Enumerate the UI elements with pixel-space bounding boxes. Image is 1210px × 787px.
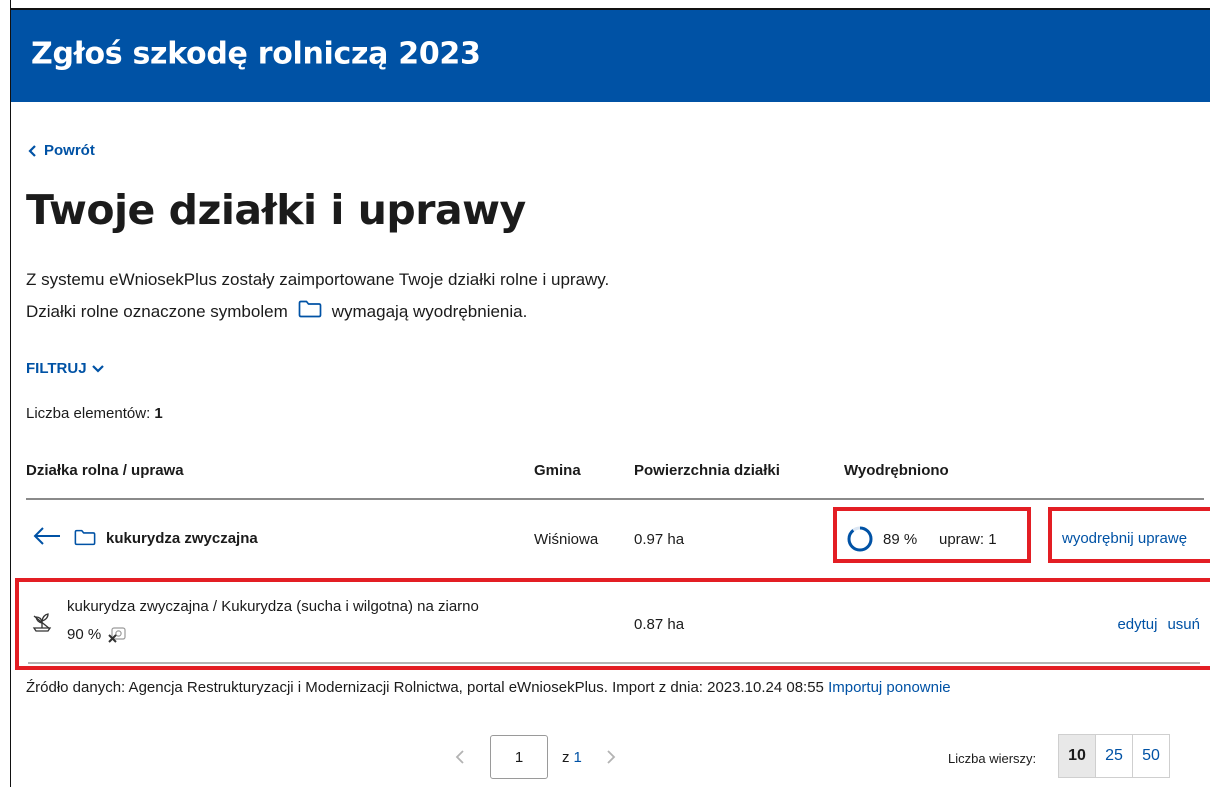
table-row-crop: kukurydza zwyczajna / Kukurydza (sucha i… [15,578,1210,670]
data-source-text: Źródło danych: Agencja Restrukturyzacji … [26,679,824,696]
app-title: Zgłoś szkodę rolniczą 2023 [31,36,481,72]
table-bottom-divider [28,662,1200,664]
chevron-right-icon[interactable] [606,749,616,770]
intro-line-2: Działki rolne oznaczone symbolem wymagaj… [26,300,527,323]
data-source-note: Źródło danych: Agencja Restrukturyzacji … [26,679,951,696]
intro-text-2b: wymagają wyodrębnienia. [331,301,528,321]
item-count-value: 1 [154,405,163,422]
page-of-text: z [562,749,570,766]
page-number-input[interactable] [490,735,548,779]
progress-ring-icon [847,526,873,552]
crop-name: kukurydza zwyczajna / Kukurydza (sucha i… [67,598,479,615]
extract-action-highlight: wyodrębnij uprawę [1048,507,1210,563]
edit-link[interactable]: edytuj [1117,616,1157,633]
crop-actions: edytuj usuń [1117,616,1200,633]
filter-label: FILTRUJ [26,360,87,377]
rows-option-25[interactable]: 25 [1095,734,1133,778]
parcel-name: kukurydza zwyczajna [106,530,258,547]
item-count: Liczba elementów: 1 [26,405,163,422]
item-count-label: Liczba elementów: [26,405,151,422]
window-frame-left [10,0,11,787]
intro-text-1: Z systemu eWniosekPlus zostały zaimporto… [26,270,610,289]
crops-count: upraw: 1 [939,531,997,548]
extracted-percent: 89 % [883,531,918,548]
folder-icon [298,300,322,323]
folder-icon [74,529,96,551]
intro-line-1: Z systemu eWniosekPlus zostały zaimporto… [26,270,609,290]
intro-text-2a: Działki rolne oznaczone symbolem [26,301,288,321]
crop-sprout-icon [31,612,53,637]
column-header-parcel: Działka rolna / uprawa [26,462,184,479]
column-header-area: Powierzchnia działki [634,462,780,479]
rows-option-50[interactable]: 50 [1132,734,1170,778]
filter-toggle[interactable]: FILTRUJ [26,360,104,377]
column-header-extracted: Wyodrębniono [844,462,949,479]
crop-percent: 90 % [67,625,102,643]
column-header-gmina: Gmina [534,462,581,479]
crop-area: 0.87 ha [634,616,685,633]
total-pages: 1 [573,749,582,766]
chevron-down-icon [91,365,104,373]
back-link-label: Powrót [44,142,95,159]
crop-percent-group: 90 % [67,624,127,644]
rows-per-page-label: Liczba wierszy: [948,751,1037,766]
reimport-link[interactable]: Importuj ponownie [828,679,951,696]
delete-link[interactable]: usuń [1167,616,1200,633]
app-header: Zgłoś szkodę rolniczą 2023 [11,10,1210,102]
page-of-label: z1 [562,749,582,766]
arrow-left-icon[interactable] [32,526,62,551]
page-title: Twoje działki i uprawy [26,186,526,234]
no-photo-icon [108,627,126,643]
rows-option-10[interactable]: 10 [1058,734,1096,778]
rows-per-page-selector: 10 25 50 [1058,734,1170,778]
back-link[interactable]: Powrót [28,142,95,159]
chevron-left-icon [28,144,36,157]
extracted-progress-highlight: 89 % upraw: 1 [833,507,1031,563]
parcel-area: 0.97 ha [634,531,685,548]
extract-crop-link[interactable]: wyodrębnij uprawę [1062,530,1187,547]
chevron-left-icon[interactable] [455,749,465,770]
parcel-gmina: Wiśniowa [534,531,599,548]
table-row-parcel: kukurydza zwyczajna Wiśniowa 0.97 ha 89 … [26,500,1210,576]
